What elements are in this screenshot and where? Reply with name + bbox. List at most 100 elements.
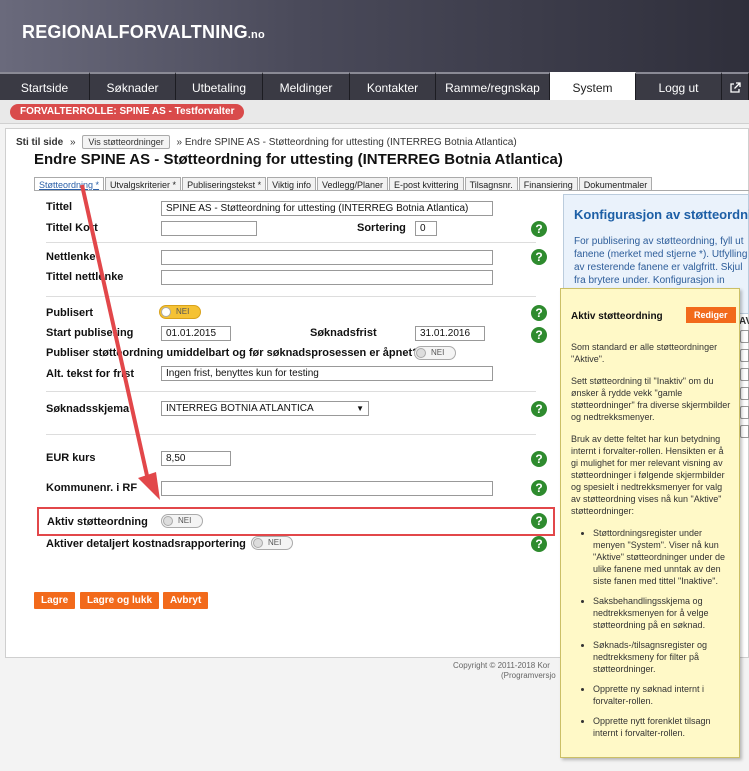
nav-utbetaling[interactable]: Utbetaling bbox=[176, 72, 263, 100]
toggle-knob bbox=[161, 307, 171, 317]
config-panel-extra: AV bbox=[739, 316, 749, 327]
divider bbox=[46, 242, 536, 243]
aktiv-toggle[interactable]: NEI bbox=[161, 514, 203, 528]
label-alt-tekst: Alt. tekst for frist bbox=[46, 368, 135, 380]
kommunenr-input[interactable] bbox=[161, 481, 493, 496]
label-aktiv-stotteordning: Aktiv støtteordning bbox=[47, 516, 148, 528]
tooltip-title: Aktiv støtteordning bbox=[571, 311, 663, 322]
label-soknadsfrist: Søknadsfrist bbox=[310, 327, 377, 339]
soknadsskjema-select[interactable]: INTERREG BOTNIA ATLANTICA ▼ bbox=[161, 401, 369, 416]
divider bbox=[46, 434, 536, 435]
tooltip-list: Støttordningsregister under menyen "Syst… bbox=[571, 527, 733, 739]
help-tooltip: Aktiv støtteordning Rediger Som standard… bbox=[560, 288, 740, 758]
label-tittel-nettlenke: Tittel nettlenke bbox=[46, 271, 124, 283]
help-icon[interactable]: ? bbox=[531, 401, 547, 417]
role-badge[interactable]: FORVALTERROLLE: SPINE AS - Testforvalter bbox=[10, 104, 245, 120]
side-toggle[interactable] bbox=[740, 406, 749, 419]
footer-version: (Programversjo bbox=[501, 671, 556, 680]
deadline-input[interactable]: 31.01.2016 bbox=[415, 326, 485, 341]
tittel-input[interactable]: SPINE AS - Støtteordning for uttesting (… bbox=[161, 201, 493, 216]
help-icon[interactable]: ? bbox=[531, 536, 547, 552]
tittel-kort-input[interactable] bbox=[161, 221, 257, 236]
help-icon[interactable]: ? bbox=[531, 221, 547, 237]
cancel-button[interactable]: Avbryt bbox=[163, 592, 209, 609]
toggle-knob bbox=[416, 348, 426, 358]
tooltip-paragraph: Sett støtteordning til "Inaktiv" om du ø… bbox=[571, 376, 731, 422]
nav-soknader[interactable]: Søknader bbox=[90, 72, 176, 100]
publisert-toggle[interactable]: NEI bbox=[159, 305, 201, 319]
nav-logg-ut[interactable]: Logg ut bbox=[636, 72, 722, 100]
side-toggle[interactable] bbox=[740, 387, 749, 400]
main-nav: Startside Søknader Utbetaling Meldinger … bbox=[0, 72, 749, 100]
label-nettlenke: Nettlenke bbox=[46, 251, 96, 263]
list-item: Opprette ny søknad internt i forvalter-r… bbox=[593, 683, 733, 707]
nav-system[interactable]: System bbox=[550, 72, 636, 100]
brand-logo[interactable]: REGIONALFORVALTNING.no bbox=[22, 22, 265, 43]
chevron-down-icon: ▼ bbox=[356, 404, 364, 413]
toggle-knob bbox=[163, 516, 173, 526]
list-item: Saksbehandlingsskjema og nedtrekksmenyen… bbox=[593, 595, 733, 631]
alt-tekst-input[interactable]: Ingen frist, benyttes kun for testing bbox=[161, 366, 493, 381]
label-sortering: Sortering bbox=[357, 222, 406, 234]
divider bbox=[46, 296, 536, 297]
external-link-icon[interactable] bbox=[722, 72, 749, 100]
tooltip-paragraph: Som standard er alle støtteordninger "Ak… bbox=[571, 342, 718, 364]
nav-ramme-regnskap[interactable]: Ramme/regnskap bbox=[436, 72, 550, 100]
toggle-text: NEI bbox=[176, 307, 190, 316]
nav-startside[interactable]: Startside bbox=[0, 72, 90, 100]
help-icon[interactable]: ? bbox=[531, 513, 547, 529]
list-item: Opprette nytt forenklet tilsagn internt … bbox=[593, 715, 733, 739]
toggle-knob bbox=[253, 538, 263, 548]
side-toggle[interactable] bbox=[740, 330, 749, 343]
save-button[interactable]: Lagre bbox=[34, 592, 76, 609]
eur-kurs-input[interactable]: 8,50 bbox=[161, 451, 231, 466]
scheme-form: Tittel SPINE AS - Støtteordning for utte… bbox=[6, 129, 547, 657]
help-icon[interactable]: ? bbox=[531, 480, 547, 496]
highlight-box: Aktiv støtteordning NEI ? bbox=[37, 507, 555, 536]
help-icon[interactable]: ? bbox=[531, 327, 547, 343]
toggle-text: NEI bbox=[431, 348, 445, 357]
label-detaljert-kostnad: Aktiver detaljert kostnadsrapportering bbox=[46, 538, 246, 550]
nettlenke-input[interactable] bbox=[161, 250, 493, 265]
divider bbox=[46, 391, 536, 392]
select-value: INTERREG BOTNIA ATLANTICA bbox=[166, 403, 314, 414]
footer-copyright: Copyright © 2011-2018 Kor bbox=[453, 661, 550, 670]
side-toggle[interactable] bbox=[740, 425, 749, 438]
side-toggle[interactable] bbox=[740, 349, 749, 362]
edit-button[interactable]: Rediger bbox=[686, 307, 736, 323]
tooltip-paragraph: Bruk av dette feltet har kun betydning i… bbox=[571, 434, 725, 516]
help-icon[interactable]: ? bbox=[531, 451, 547, 467]
label-start-publisering: Start publisering bbox=[46, 327, 134, 339]
tooltip-body: Som standard er alle støtteordninger "Ak… bbox=[571, 341, 733, 747]
tittel-nettlenke-input[interactable] bbox=[161, 270, 493, 285]
list-item: Støttordningsregister under menyen "Syst… bbox=[593, 527, 733, 587]
start-date-input[interactable]: 01.01.2015 bbox=[161, 326, 231, 341]
label-kommunenr: Kommunenr. i RF bbox=[46, 482, 138, 494]
label-soknadsskjema: Søknadsskjema bbox=[46, 403, 130, 415]
toggle-text: NEI bbox=[178, 516, 192, 525]
app-header: REGIONALFORVALTNING.no bbox=[0, 0, 749, 72]
label-tittel-kort: Tittel Kort bbox=[46, 222, 98, 234]
brand-name: REGIONALFORVALTNING bbox=[22, 22, 248, 42]
nav-kontakter[interactable]: Kontakter bbox=[350, 72, 436, 100]
side-toggle-stack bbox=[740, 330, 749, 444]
detaljert-kostnad-toggle[interactable]: NEI bbox=[251, 536, 293, 550]
nav-meldinger[interactable]: Meldinger bbox=[263, 72, 350, 100]
label-publiser-umiddelbart: Publiser støtteordning umiddelbart og fø… bbox=[46, 347, 419, 359]
label-eur-kurs: EUR kurs bbox=[46, 452, 96, 464]
save-close-button[interactable]: Lagre og lukk bbox=[80, 592, 160, 609]
sortering-input[interactable]: 0 bbox=[415, 221, 437, 236]
help-icon[interactable]: ? bbox=[531, 305, 547, 321]
publiser-umiddelbart-toggle[interactable]: NEI bbox=[414, 346, 456, 360]
tab-dokumentmaler[interactable]: Dokumentmaler bbox=[578, 177, 653, 191]
side-toggle[interactable] bbox=[740, 368, 749, 381]
config-panel-text: For publisering av støtteordning, fyll u… bbox=[574, 236, 748, 286]
role-bar: FORVALTERROLLE: SPINE AS - Testforvalter bbox=[0, 100, 749, 124]
brand-suffix: .no bbox=[247, 29, 265, 41]
label-publisert: Publisert bbox=[46, 307, 94, 319]
label-tittel: Tittel bbox=[46, 201, 73, 213]
footer: Copyright © 2011-2018 Kor (Programversjo bbox=[453, 661, 563, 681]
list-item: Søknads-/tilsagnsregister og nedtrekksme… bbox=[593, 639, 733, 675]
toggle-text: NEI bbox=[268, 538, 282, 547]
help-icon[interactable]: ? bbox=[531, 249, 547, 265]
